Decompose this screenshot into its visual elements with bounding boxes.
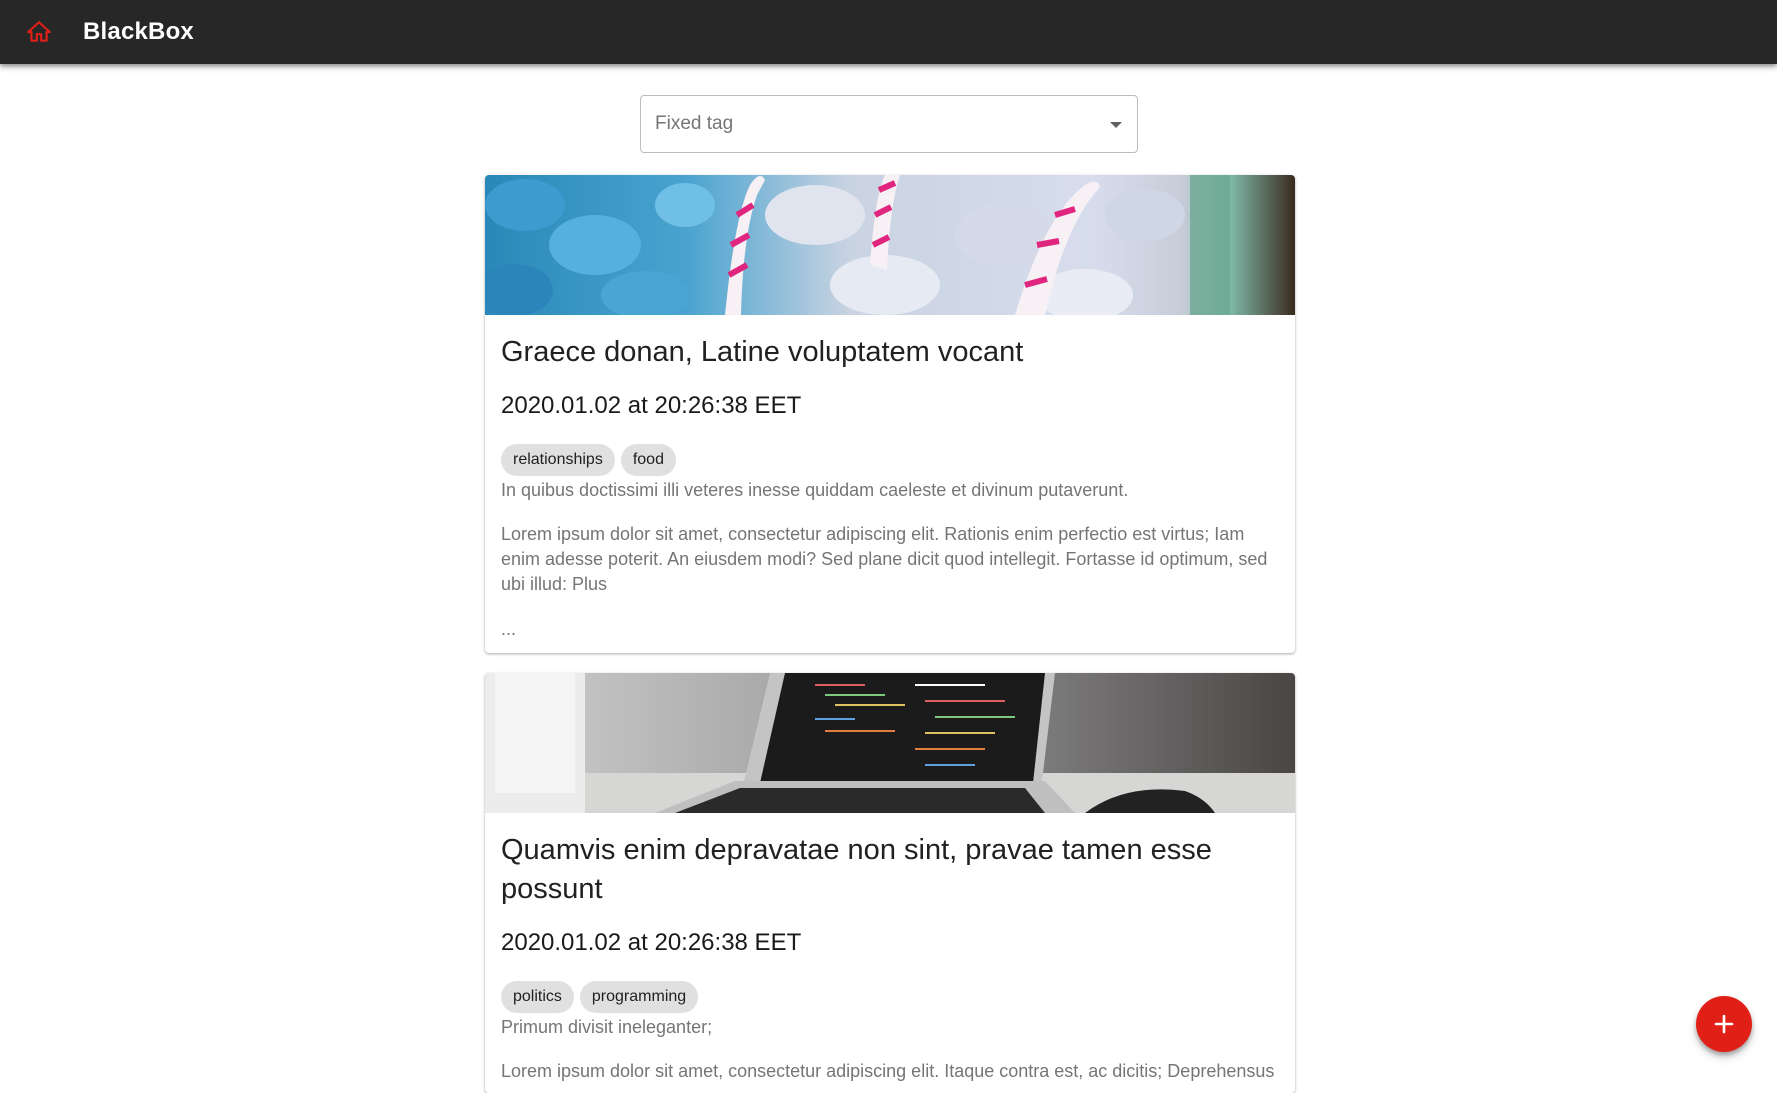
- home-icon: [27, 21, 51, 42]
- app-bar: BlackBox: [0, 0, 1777, 64]
- post-excerpt: Lorem ipsum dolor sit amet, consectetur …: [501, 1061, 1275, 1081]
- post-date: 2020.01.02 at 20:26:38 EET: [501, 392, 802, 419]
- tag-chip[interactable]: relationships: [501, 444, 615, 476]
- post-excerpt: Lorem ipsum dolor sit amet, consectetur …: [501, 524, 1268, 594]
- tag-chip[interactable]: programming: [579, 981, 699, 1013]
- home-button[interactable]: [15, 8, 63, 56]
- add-icon: [1714, 1014, 1734, 1034]
- tag-chip[interactable]: food: [620, 444, 676, 476]
- tag-chip[interactable]: politics: [501, 981, 574, 1013]
- arrow-drop-down-icon: [1110, 122, 1122, 128]
- post-subtitle: In quibus doctissimi illi veteres inesse…: [501, 480, 1129, 500]
- tag-list: politics programming: [501, 981, 1279, 1013]
- laptop-code-photo: [485, 673, 1295, 813]
- post-card[interactable]: Graece donan, Latine voluptatem vocant 2…: [485, 175, 1295, 653]
- post-date: 2020.01.02 at 20:26:38 EET: [501, 929, 802, 956]
- post-card[interactable]: Quamvis enim depravatae non sint, pravae…: [485, 673, 1295, 1093]
- post-ellipsis: ...: [501, 619, 517, 639]
- tag-list: relationships food: [501, 444, 1279, 476]
- post-title[interactable]: Quamvis enim depravatae non sint, pravae…: [501, 831, 1279, 909]
- fixed-tag-select[interactable]: Fixed tag: [640, 95, 1138, 153]
- fixed-tag-label: Fixed tag: [655, 113, 734, 134]
- candy-canes-photo: [485, 175, 1295, 315]
- app-title[interactable]: BlackBox: [83, 18, 194, 46]
- post-subtitle: Primum divisit ineleganter;: [501, 1017, 713, 1037]
- post-title[interactable]: Graece donan, Latine voluptatem vocant: [501, 333, 1279, 372]
- add-post-button[interactable]: [1696, 996, 1752, 1052]
